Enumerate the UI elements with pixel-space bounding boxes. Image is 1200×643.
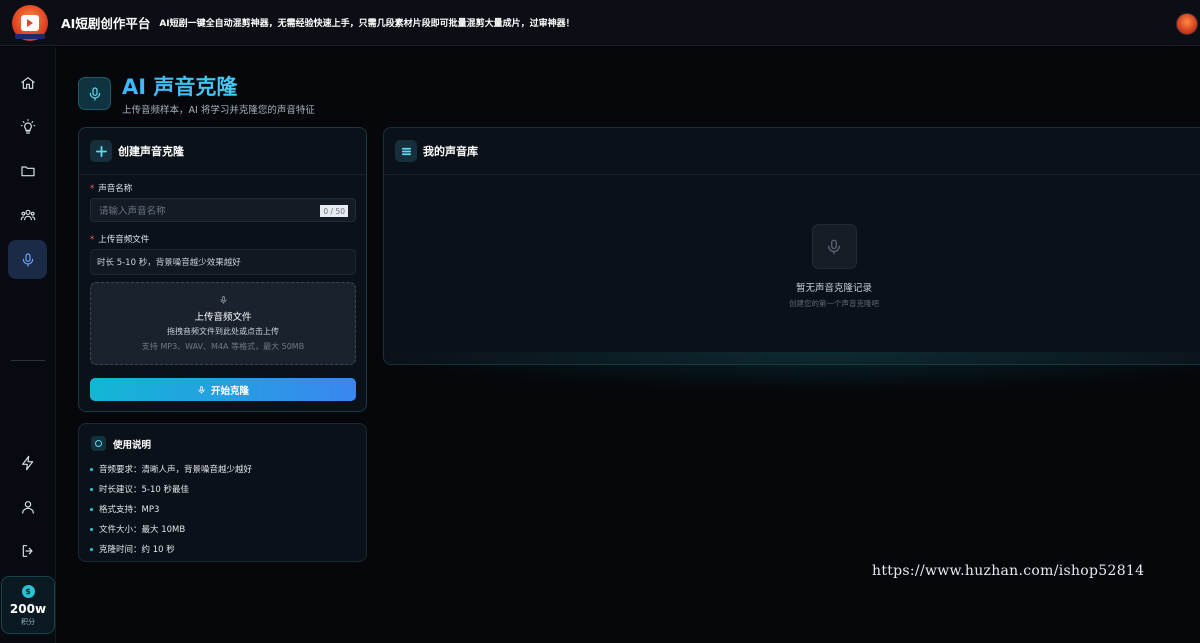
sidebar-item-logout[interactable] bbox=[8, 531, 47, 570]
watermark: https://www.huzhan.com/ishop52814 bbox=[872, 563, 1145, 579]
sidebar-item-home[interactable] bbox=[8, 63, 47, 102]
page-subtitle: 上传音频样本，AI 将学习并克隆您的声音特征 bbox=[122, 105, 315, 116]
page-header: AI 声音克隆 上传音频样本，AI 将学习并克隆您的声音特征 bbox=[78, 74, 315, 116]
empty-title: 暂无声音克隆记录 bbox=[795, 283, 872, 294]
start-clone-button[interactable]: 开始克隆 bbox=[90, 378, 356, 401]
sidebar: $ 200w 积分 bbox=[0, 47, 56, 643]
dropzone-desc: 拖拽音频文件到此处或点击上传 bbox=[167, 327, 279, 336]
microphone-icon bbox=[811, 224, 857, 269]
play-icon bbox=[21, 14, 39, 31]
list-item: 文件大小：最大 10MB bbox=[90, 519, 366, 539]
char-counter: 0 / 50 bbox=[320, 205, 348, 217]
library-title: 我的声音库 bbox=[423, 145, 478, 158]
folder-icon bbox=[20, 165, 35, 176]
list-item: 克隆时间：约 10 秒 bbox=[90, 539, 366, 559]
guide-title: 使用说明 bbox=[113, 439, 152, 451]
sidebar-item-ideas[interactable] bbox=[8, 107, 47, 146]
list-item: 格式支持：MP3 bbox=[90, 499, 366, 519]
sidebar-item-profile[interactable] bbox=[8, 487, 47, 526]
name-label: * 声音名称 bbox=[90, 184, 133, 194]
guide-list: 音频要求：清晰人声，背景噪音越少越好 时长建议：5-10 秒最佳 格式支持：MP… bbox=[90, 459, 366, 559]
list-item: 音频要求：清晰人声，背景噪音越少越好 bbox=[90, 459, 366, 479]
microphone-icon bbox=[198, 385, 205, 394]
info-icon bbox=[91, 436, 106, 451]
lightbulb-icon bbox=[20, 118, 35, 134]
dropzone-formats: 支持 MP3、WAV、M4A 等格式，最大 50MB bbox=[141, 342, 305, 351]
audio-dropzone[interactable]: 上传音频文件 拖拽音频文件到此处或点击上传 支持 MP3、WAV、M4A 等格式… bbox=[90, 282, 356, 365]
app-logo[interactable] bbox=[12, 4, 48, 41]
plus-icon bbox=[90, 140, 112, 162]
list-icon bbox=[395, 140, 417, 162]
sidebar-item-power[interactable] bbox=[8, 443, 47, 482]
credits-value: 200w bbox=[9, 602, 47, 616]
start-clone-label: 开始克隆 bbox=[210, 385, 249, 397]
card-glow bbox=[380, 352, 1200, 392]
voice-name-input[interactable]: 请输入声音名称 0 / 50 bbox=[90, 198, 356, 222]
sidebar-item-voice-clone[interactable] bbox=[8, 240, 47, 279]
empty-desc: 创建您的第一个声音克隆吧 bbox=[789, 299, 879, 308]
empty-state: 暂无声音克隆记录 创建您的第一个声音克隆吧 bbox=[384, 224, 1200, 309]
logout-icon bbox=[22, 544, 33, 557]
app-slogan: AI短剧一键全自动混剪神器，无需经验快速上手，只需几段素材片段即可批量混剪大量成… bbox=[159, 19, 575, 29]
credits-panel[interactable]: $ 200w 积分 bbox=[1, 576, 55, 634]
card-title: 创建声音克隆 bbox=[118, 145, 184, 158]
sidebar-item-projects[interactable] bbox=[8, 151, 47, 190]
app-title: AI短剧创作平台 bbox=[61, 16, 151, 31]
microphone-icon bbox=[22, 252, 33, 267]
file-hint: 时长 5-10 秒，背景噪音越少效果越好 bbox=[90, 249, 356, 275]
lightning-icon bbox=[21, 455, 33, 470]
user-avatar[interactable] bbox=[1176, 13, 1198, 35]
user-icon bbox=[21, 500, 34, 514]
page-icon bbox=[78, 77, 111, 110]
list-item: 时长建议：5-10 秒最佳 bbox=[90, 479, 366, 499]
credits-unit: 积分 bbox=[21, 618, 35, 626]
dropzone-title: 上传音频文件 bbox=[194, 312, 252, 323]
voice-library-card: 我的声音库 暂无声音克隆记录 创建您的第一个声音克隆吧 bbox=[383, 127, 1200, 365]
microphone-icon bbox=[89, 86, 100, 101]
microphone-icon bbox=[220, 296, 226, 304]
home-icon bbox=[20, 76, 35, 89]
top-bar: AI短剧创作平台 AI短剧一键全自动混剪神器，无需经验快速上手，只需几段素材片段… bbox=[0, 0, 1200, 46]
file-label: * 上传音频文件 bbox=[90, 235, 150, 245]
page-title: AI 声音克隆 bbox=[122, 74, 315, 101]
create-clone-card: 创建声音克隆 * 声音名称 请输入声音名称 0 / 50 * 上传音频文件 时长 5… bbox=[78, 127, 367, 412]
usage-guide-card: 使用说明 音频要求：清晰人声，背景噪音越少越好 时长建议：5-10 秒最佳 格式… bbox=[78, 423, 367, 562]
sidebar-divider bbox=[11, 360, 45, 361]
users-icon bbox=[20, 209, 35, 220]
sidebar-item-team[interactable] bbox=[8, 195, 47, 234]
coin-icon: $ bbox=[21, 585, 35, 598]
